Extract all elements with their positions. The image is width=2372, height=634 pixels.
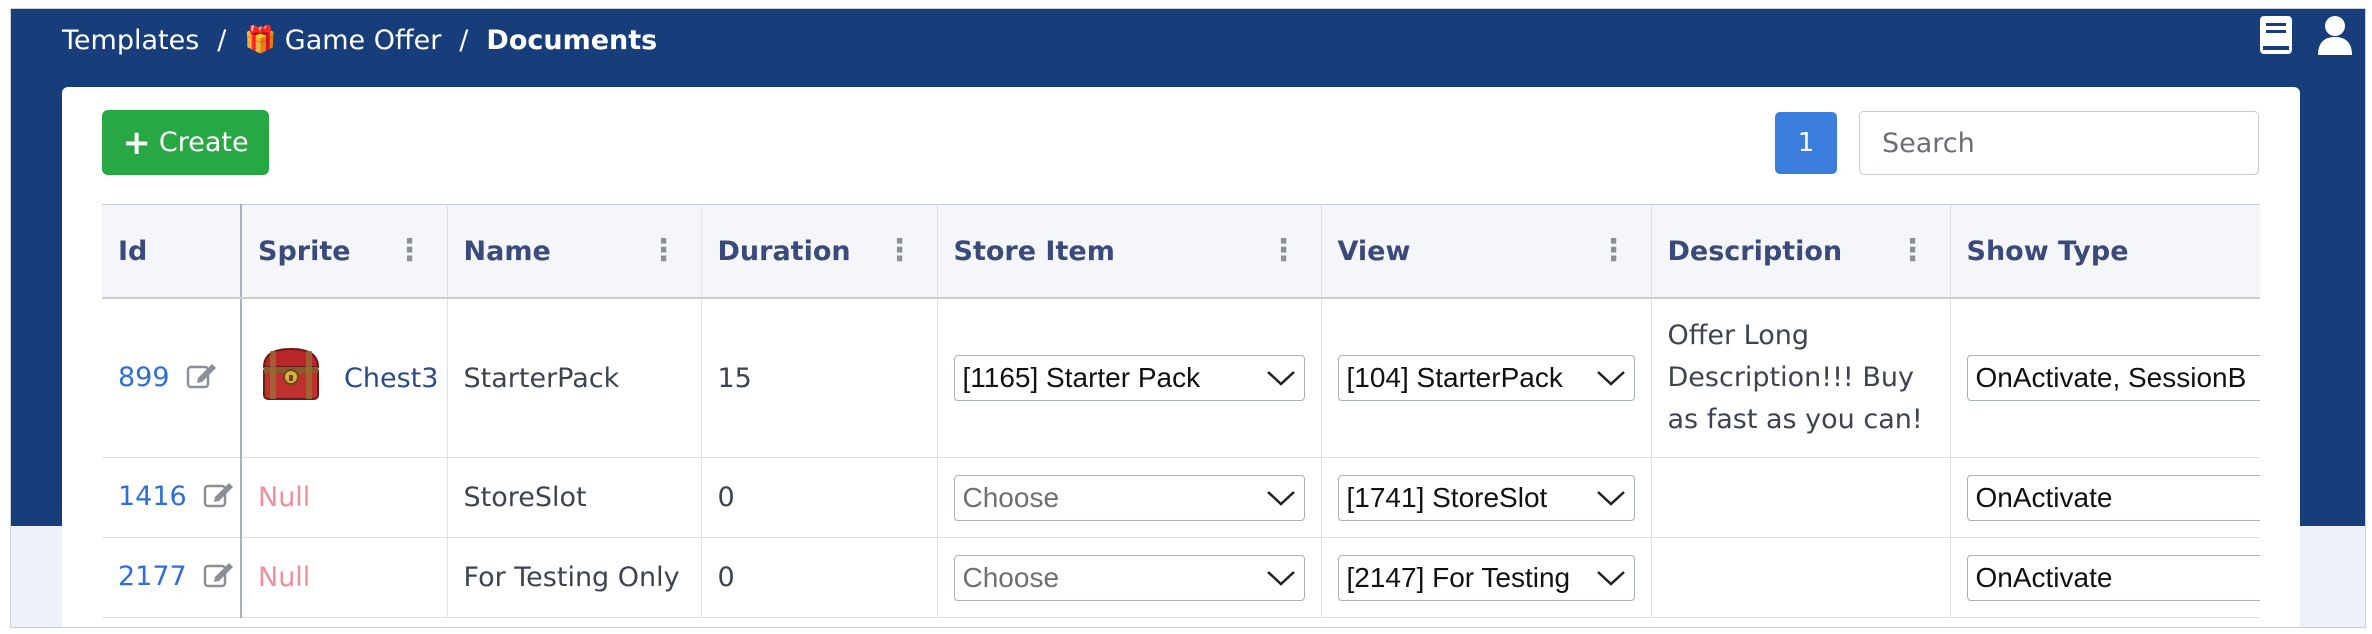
user-icon[interactable] bbox=[2317, 15, 2353, 55]
chest-sprite-image bbox=[258, 345, 324, 412]
null-value: Null bbox=[258, 482, 311, 513]
table-row[interactable]: 2177 Null For Testing Only 0 Choose [214… bbox=[102, 537, 2260, 618]
app-frame: Templates / 🎁 Game Offer / Documents + C… bbox=[10, 8, 2366, 628]
book-icon[interactable] bbox=[2259, 15, 2293, 55]
breadcrumb-separator: / bbox=[459, 24, 469, 56]
chevron-down-icon bbox=[1266, 570, 1295, 586]
column-header-name[interactable]: Name ⋮ bbox=[447, 204, 702, 299]
view-cell: [1741] StoreSlot bbox=[1321, 457, 1652, 538]
column-header-id[interactable]: Id bbox=[102, 204, 242, 299]
kebab-icon[interactable]: ⋮ bbox=[885, 236, 915, 266]
store-item-cell: [1165] Starter Pack bbox=[937, 298, 1322, 458]
kebab-icon[interactable]: ⋮ bbox=[1599, 236, 1629, 266]
id-link[interactable]: 899 bbox=[118, 362, 170, 393]
view-select[interactable]: [2147] For Testing bbox=[1337, 554, 1635, 601]
documents-table: Id Sprite ⋮ Name ⋮ Duration ⋮ Store Item ⋮ V… bbox=[102, 204, 2260, 618]
column-header-description[interactable]: Description ⋮ bbox=[1651, 204, 1951, 299]
column-header-view[interactable]: View ⋮ bbox=[1321, 204, 1652, 299]
show-type-cell: OnActivate, SessionB bbox=[1950, 298, 2260, 458]
id-cell: 1416 bbox=[102, 457, 242, 538]
show-type-select[interactable]: OnActivate, SessionB bbox=[1966, 355, 2259, 401]
top-icons bbox=[2259, 15, 2353, 55]
column-header-sprite[interactable]: Sprite ⋮ bbox=[241, 204, 448, 299]
breadcrumb-game-offer[interactable]: Game Offer bbox=[285, 25, 442, 56]
kebab-icon[interactable]: ⋮ bbox=[395, 236, 425, 266]
plus-icon: + bbox=[122, 122, 151, 163]
chevron-down-icon bbox=[1266, 371, 1295, 386]
column-header-duration[interactable]: Duration ⋮ bbox=[701, 204, 938, 299]
null-value: Null bbox=[258, 562, 311, 593]
create-button[interactable]: + Create bbox=[102, 110, 269, 175]
sprite-cell: Chest3 bbox=[241, 298, 448, 458]
gift-icon: 🎁 bbox=[244, 25, 277, 55]
show-type-select[interactable]: OnActivate bbox=[1966, 554, 2259, 601]
sprite-name: Chest3 bbox=[344, 362, 439, 394]
table-row[interactable]: 899 Chest3 StarterPack 15 [1165] Starter… bbox=[102, 298, 2260, 458]
breadcrumb-documents: Documents bbox=[486, 24, 658, 56]
breadcrumb-templates[interactable]: Templates bbox=[62, 25, 199, 56]
table-row[interactable]: 1416 Null StoreSlot 0 Choose [1741] Stor… bbox=[102, 457, 2260, 538]
description-cell bbox=[1651, 537, 1951, 618]
chevron-down-icon bbox=[1596, 371, 1625, 386]
column-header-show-type[interactable]: Show Type bbox=[1950, 204, 2260, 299]
store-item-cell: Choose bbox=[937, 457, 1322, 538]
chevron-down-icon bbox=[1266, 490, 1295, 506]
sprite-cell: Null bbox=[241, 537, 448, 618]
duration-cell: 15 bbox=[701, 298, 938, 458]
show-type-cell: OnActivate bbox=[1950, 537, 2260, 618]
id-link[interactable]: 1416 bbox=[118, 481, 187, 512]
name-cell: StarterPack bbox=[447, 298, 702, 458]
id-link[interactable]: 2177 bbox=[118, 561, 187, 592]
sprite-cell: Null bbox=[241, 457, 448, 538]
chevron-down-icon bbox=[1596, 490, 1625, 506]
name-cell: StoreSlot bbox=[447, 457, 702, 538]
search-input[interactable] bbox=[1859, 111, 2259, 175]
store-item-cell: Choose bbox=[937, 537, 1322, 618]
create-button-label: Create bbox=[158, 127, 249, 158]
documents-card: + Create 1 Id Sprite⋮ Name⋮ Duration⋮ St… bbox=[62, 87, 2300, 627]
show-type-select[interactable]: OnActivate bbox=[1966, 474, 2259, 521]
chevron-down-icon bbox=[1596, 570, 1625, 586]
description-cell bbox=[1651, 457, 1951, 538]
id-cell: 2177 bbox=[102, 537, 242, 618]
column-header-store-item[interactable]: Store Item ⋮ bbox=[937, 204, 1322, 299]
view-cell: [2147] For Testing bbox=[1321, 537, 1652, 618]
store-item-select[interactable]: [1165] Starter Pack bbox=[953, 355, 1305, 401]
id-cell: 899 bbox=[102, 298, 242, 458]
duration-cell: 0 bbox=[701, 537, 938, 618]
show-type-cell: OnActivate bbox=[1950, 457, 2260, 538]
name-cell: For Testing Only bbox=[447, 537, 702, 618]
kebab-icon[interactable]: ⋮ bbox=[1898, 236, 1928, 266]
view-cell: [104] StarterPack bbox=[1321, 298, 1652, 458]
documents-table-wrapper: Id Sprite ⋮ Name ⋮ Duration ⋮ Store Item ⋮ V… bbox=[102, 204, 2260, 627]
store-item-select[interactable]: Choose bbox=[953, 554, 1305, 601]
breadcrumb: Templates / 🎁 Game Offer / Documents bbox=[62, 17, 657, 63]
description-text: Offer Long Description!!! Buy as fast as… bbox=[1667, 320, 1923, 435]
table-header-row: Id Sprite ⋮ Name ⋮ Duration ⋮ Store Item ⋮ V… bbox=[102, 204, 2260, 299]
kebab-icon[interactable]: ⋮ bbox=[649, 236, 679, 266]
edit-icon[interactable] bbox=[186, 361, 218, 396]
breadcrumb-separator: / bbox=[217, 24, 227, 56]
view-select[interactable]: [104] StarterPack bbox=[1337, 355, 1635, 401]
store-item-select[interactable]: Choose bbox=[953, 474, 1305, 521]
description-cell: Offer Long Description!!! Buy as fast as… bbox=[1651, 298, 1951, 458]
duration-cell: 0 bbox=[701, 457, 938, 538]
page-button[interactable]: 1 bbox=[1775, 112, 1837, 174]
kebab-icon[interactable]: ⋮ bbox=[1269, 236, 1299, 266]
edit-icon[interactable] bbox=[203, 560, 235, 595]
edit-icon[interactable] bbox=[203, 480, 235, 515]
view-select[interactable]: [1741] StoreSlot bbox=[1337, 474, 1635, 521]
